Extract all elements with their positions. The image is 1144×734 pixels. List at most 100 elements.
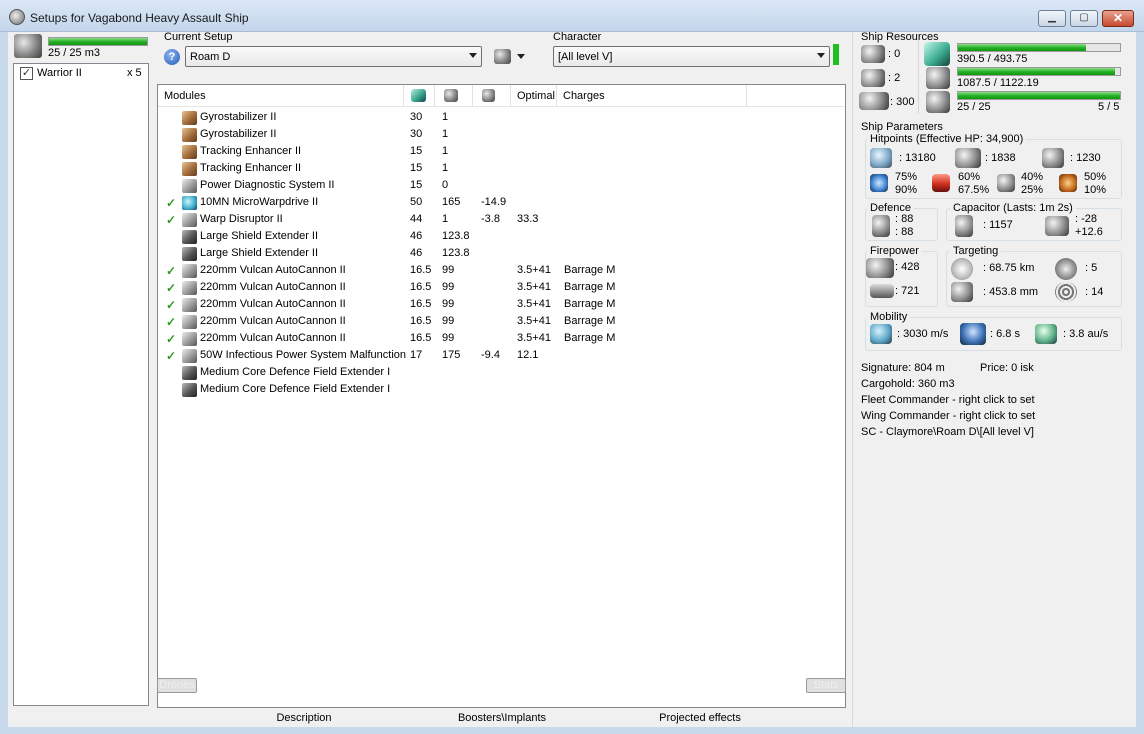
setup-dropdown[interactable]: Roam D xyxy=(185,46,482,67)
maximize-button[interactable]: ▢ xyxy=(1070,10,1098,27)
explosive-resist-icon xyxy=(1059,174,1077,192)
active-check-icon[interactable]: ✓ xyxy=(166,196,176,210)
col-optimal[interactable]: Optimal xyxy=(511,85,557,107)
module-optimal: 3.5+41 xyxy=(517,332,551,344)
pane-divider[interactable] xyxy=(852,32,853,727)
capacitor-delta-1: : -28 xyxy=(1075,213,1098,225)
module-cpu: 44 xyxy=(410,213,423,225)
defence-value-2: : 88 xyxy=(895,226,914,238)
module-capacitor: -14.9 xyxy=(481,196,507,208)
module-row[interactable]: Power Diagnostic System II 15 0 xyxy=(158,177,845,194)
module-optimal: 12.1 xyxy=(517,349,539,361)
active-check-icon[interactable]: ✓ xyxy=(166,281,176,295)
turret-slots-value: : 0 xyxy=(888,48,901,60)
module-row[interactable]: Tracking Enhancer II 15 1 xyxy=(158,160,845,177)
module-row[interactable]: Large Shield Extender II 46 123.8 xyxy=(158,228,845,245)
warp-speed-icon xyxy=(1035,324,1057,344)
description-tab[interactable]: Description xyxy=(268,712,340,727)
module-row[interactable]: ✓ 220mm Vulcan AutoCannon II 16.5 99 3.5+41 B… xyxy=(158,330,845,347)
module-powergrid: 99 xyxy=(442,332,455,344)
scan-resolution-value: : 453.8 mm xyxy=(983,286,1039,298)
ship-menu-icon[interactable] xyxy=(494,49,511,64)
help-icon[interactable]: ? xyxy=(164,49,180,65)
module-row[interactable]: Gyrostabilizer II 30 1 xyxy=(158,109,845,126)
fleet-commander-text[interactable]: Fleet Commander - right click to set xyxy=(861,394,1035,406)
autocannon-icon xyxy=(182,264,197,278)
drone-count-value: 5 / 5 xyxy=(1098,101,1120,113)
module-row[interactable]: ✓ 220mm Vulcan AutoCannon II 16.5 99 3.5+41 B… xyxy=(158,279,845,296)
capacitor-amount: : 1157 xyxy=(983,219,1013,231)
cpu-bar xyxy=(957,43,1121,52)
character-status-indicator xyxy=(833,44,839,65)
projected-effects-tab[interactable]: Projected effects xyxy=(650,712,750,727)
title-bar: Setups for Vagabond Heavy Assault Ship ▁… xyxy=(0,0,1144,32)
armor-hp: : 1838 xyxy=(985,152,1016,164)
turret-dps-icon xyxy=(866,258,894,278)
ship-parameters-label: Ship Parameters xyxy=(861,121,943,133)
module-row[interactable]: ✓ 220mm Vulcan AutoCannon II 16.5 99 3.5+41 B… xyxy=(158,262,845,279)
module-powergrid: 99 xyxy=(442,298,455,310)
module-cpu: 30 xyxy=(410,128,423,140)
col-charges[interactable]: Charges xyxy=(557,85,747,107)
module-row[interactable]: Medium Core Defence Field Extender I xyxy=(158,381,845,398)
gyrostabilizer-icon xyxy=(182,128,197,142)
col-modules[interactable]: Modules xyxy=(158,85,404,107)
targeting-label: Targeting xyxy=(950,245,1002,257)
drones-tab[interactable]: Drones xyxy=(157,678,197,693)
module-cpu: 15 xyxy=(410,162,423,174)
col-cpu[interactable] xyxy=(404,85,435,107)
calibration-icon xyxy=(859,92,889,110)
module-row[interactable]: ✓ 10MN MicroWarpdrive II 50 165 -14.9 xyxy=(158,194,845,211)
active-check-icon[interactable]: ✓ xyxy=(166,315,176,329)
module-row[interactable]: Tracking Enhancer II 15 1 xyxy=(158,143,845,160)
drone-checkbox[interactable]: ✓ xyxy=(20,67,33,80)
module-row[interactable]: Gyrostabilizer II 30 1 xyxy=(158,126,845,143)
drones-list[interactable]: ✓ Warrior II x 5 xyxy=(13,63,149,706)
module-row[interactable]: ✓ 220mm Vulcan AutoCannon II 16.5 99 3.5+41 B… xyxy=(158,296,845,313)
active-check-icon[interactable]: ✓ xyxy=(166,213,176,227)
active-check-icon[interactable]: ✓ xyxy=(166,332,176,346)
structure-icon xyxy=(1042,148,1064,168)
wing-commander-text[interactable]: Wing Commander - right click to set xyxy=(861,410,1035,422)
stats-tab[interactable]: Stats xyxy=(806,678,846,693)
module-powergrid: 1 xyxy=(442,213,449,225)
minimize-button[interactable]: ▁ xyxy=(1038,10,1066,27)
em-shield-resist: 75% xyxy=(895,171,918,183)
module-powergrid: 99 xyxy=(442,315,455,327)
active-check-icon[interactable]: ✓ xyxy=(166,264,176,278)
module-name: 220mm Vulcan AutoCannon II xyxy=(200,315,346,327)
module-charges: Barrage M xyxy=(564,298,616,310)
defence-value-1: : 88 xyxy=(895,213,914,225)
shield-extender-icon xyxy=(182,247,197,261)
active-check-icon[interactable]: ✓ xyxy=(166,298,176,312)
active-check-icon[interactable]: ✓ xyxy=(166,349,176,363)
price-text: Price: 0 isk xyxy=(980,362,1034,374)
align-time-icon xyxy=(960,323,986,345)
powergrid-icon xyxy=(444,89,458,102)
ship-menu-arrow-icon[interactable] xyxy=(517,54,525,59)
module-row[interactable]: Medium Core Defence Field Extender I xyxy=(158,364,845,381)
close-button[interactable]: ✕ xyxy=(1102,10,1134,27)
character-dropdown[interactable]: [All level V] xyxy=(553,46,830,67)
module-charges: Barrage M xyxy=(564,264,616,276)
boosters-implants-tab[interactable]: Boosters\Implants xyxy=(450,712,554,727)
module-name: Large Shield Extender II xyxy=(200,230,319,242)
module-row[interactable]: ✓ 220mm Vulcan AutoCannon II 16.5 99 3.5+41 B… xyxy=(158,313,845,330)
module-row[interactable]: ✓ Warp Disruptor II 44 1 -3.8 33.3 xyxy=(158,211,845,228)
character-dropdown-value: [All level V] xyxy=(558,51,613,63)
col-capacitor[interactable] xyxy=(473,85,511,107)
modules-list[interactable]: Modules Optimal Charges Gyrostabilizer I… xyxy=(157,84,846,708)
module-powergrid: 1 xyxy=(442,128,449,140)
modules-header: Modules Optimal Charges xyxy=(158,85,845,107)
module-row[interactable]: Large Shield Extender II 46 123.8 xyxy=(158,245,845,262)
dronebay-usage: 25 / 25 m3 xyxy=(48,47,100,59)
module-row[interactable]: ✓ 50W Infectious Power System Malfunction… xyxy=(158,347,845,364)
window-title: Setups for Vagabond Heavy Assault Ship xyxy=(30,11,249,25)
module-optimal: 3.5+41 xyxy=(517,298,551,310)
powergrid-bar xyxy=(957,67,1121,76)
armor-icon xyxy=(955,148,981,168)
character-label: Character xyxy=(553,31,602,43)
col-powergrid[interactable] xyxy=(435,85,473,107)
module-capacitor: -3.8 xyxy=(481,213,500,225)
mobility-label: Mobility xyxy=(867,311,911,323)
